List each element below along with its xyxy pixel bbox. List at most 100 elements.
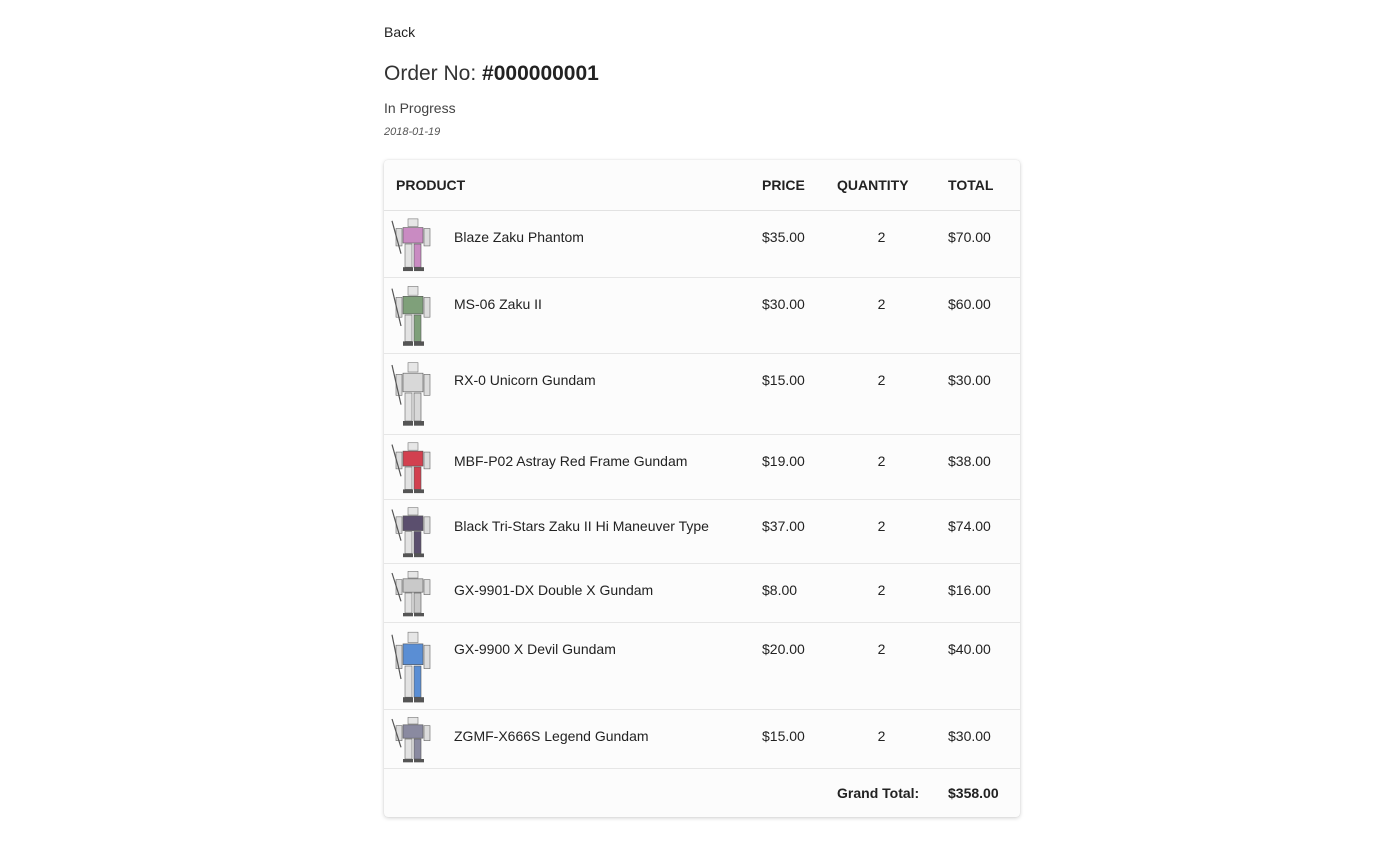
product-image bbox=[391, 507, 431, 558]
product-figure-part bbox=[404, 466, 413, 490]
product-figure-part bbox=[407, 571, 419, 579]
product-price: $8.00 bbox=[762, 582, 798, 598]
product-total-cell: $30.00 bbox=[948, 353, 1020, 435]
product-price-cell: $8.00 bbox=[762, 563, 838, 623]
product-quantity-cell: 2 bbox=[837, 277, 949, 354]
product-image bbox=[391, 218, 431, 272]
product-name: RX-0 Unicorn Gundam bbox=[454, 372, 596, 388]
product-figure-part bbox=[403, 553, 413, 558]
product-image bbox=[391, 717, 431, 763]
product-price: $30.00 bbox=[762, 296, 805, 312]
product-total: $60.00 bbox=[948, 296, 991, 312]
product-figure-part bbox=[402, 643, 424, 665]
product-figure-part bbox=[414, 267, 424, 272]
product-figure-part bbox=[414, 341, 424, 346]
product-quantity-cell: 2 bbox=[837, 622, 949, 710]
product-total: $40.00 bbox=[948, 641, 991, 657]
product-name-cell: MS-06 Zaku II bbox=[454, 277, 763, 354]
table-row: RX-0 Unicorn Gundam $15.00 2 $30.00 bbox=[384, 353, 1020, 435]
product-figure-part bbox=[403, 489, 413, 494]
product-name: GX-9901-DX Double X Gundam bbox=[454, 582, 654, 598]
product-figure-part bbox=[413, 592, 422, 614]
product-figure-part bbox=[402, 515, 424, 531]
product-price: $19.00 bbox=[762, 453, 805, 469]
product-quantity-cell: 2 bbox=[837, 563, 949, 623]
table-row: GX-9901-DX Double X Gundam $8.00 2 $16.0… bbox=[384, 563, 1020, 623]
product-name: Black Tri-Stars Zaku II Hi Maneuver Type bbox=[454, 518, 709, 534]
product-price-cell: $30.00 bbox=[762, 277, 838, 354]
product-name-cell: MBF-P02 Astray Red Frame Gundam bbox=[454, 434, 763, 500]
product-name-cell: GX-9901-DX Double X Gundam bbox=[454, 563, 763, 623]
product-price-cell: $15.00 bbox=[762, 353, 838, 435]
product-price-cell: $19.00 bbox=[762, 434, 838, 500]
back-link[interactable]: Back bbox=[384, 24, 415, 40]
product-figure-part bbox=[413, 392, 422, 422]
product-price-cell: $20.00 bbox=[762, 622, 838, 710]
product-figure-part bbox=[404, 314, 413, 342]
product-price: $37.00 bbox=[762, 518, 805, 534]
product-name: MBF-P02 Astray Red Frame Gundam bbox=[454, 453, 688, 469]
order-title: Order No: #000000001 bbox=[384, 62, 599, 86]
product-name-cell: ZGMF-X666S Legend Gundam bbox=[454, 709, 763, 769]
product-image-cell bbox=[384, 434, 454, 500]
product-quantity-cell: 2 bbox=[837, 353, 949, 435]
product-price-cell: $35.00 bbox=[762, 210, 838, 278]
product-name: Blaze Zaku Phantom bbox=[454, 229, 584, 245]
product-figure-part bbox=[413, 531, 422, 554]
product-figure-part bbox=[407, 631, 419, 643]
product-name-cell: RX-0 Unicorn Gundam bbox=[454, 353, 763, 435]
table-row: MBF-P02 Astray Red Frame Gundam $19.00 2… bbox=[384, 434, 1020, 500]
product-price-cell: $15.00 bbox=[762, 709, 838, 769]
product-price: $15.00 bbox=[762, 372, 805, 388]
product-figure-part bbox=[404, 243, 413, 268]
table-row: Blaze Zaku Phantom $35.00 2 $70.00 bbox=[384, 210, 1020, 278]
product-figure-part bbox=[413, 665, 422, 698]
product-figure-part bbox=[402, 372, 424, 393]
product-image bbox=[391, 571, 431, 617]
product-quantity: 2 bbox=[877, 582, 886, 598]
product-name: MS-06 Zaku II bbox=[454, 296, 542, 312]
product-total-cell: $70.00 bbox=[948, 210, 1020, 278]
product-figure-part bbox=[413, 243, 422, 268]
product-figure-part bbox=[402, 450, 424, 467]
product-image-cell bbox=[384, 353, 454, 435]
product-figure-part bbox=[402, 227, 424, 244]
order-date: 2018-01-19 bbox=[384, 126, 441, 138]
product-quantity: 2 bbox=[877, 518, 886, 534]
order-items-card: PRODUCT PRICE QUANTITY TOTAL Blaze Zaku … bbox=[384, 160, 1020, 817]
product-figure-part bbox=[403, 421, 413, 426]
product-figure-part bbox=[404, 738, 413, 760]
product-figure-part bbox=[423, 297, 431, 318]
table-header-row: PRODUCT PRICE QUANTITY TOTAL bbox=[384, 160, 1020, 211]
order-status: In Progress bbox=[384, 100, 456, 116]
product-name: ZGMF-X666S Legend Gundam bbox=[454, 728, 649, 744]
product-figure-part bbox=[423, 451, 431, 470]
product-figure-part bbox=[414, 759, 424, 763]
product-image-cell bbox=[384, 499, 454, 564]
product-figure-part bbox=[423, 644, 431, 669]
table-row: ZGMF-X666S Legend Gundam $15.00 2 $30.00 bbox=[384, 709, 1020, 769]
product-image-cell bbox=[384, 563, 454, 623]
product-quantity: 2 bbox=[877, 372, 886, 388]
product-total: $30.00 bbox=[948, 372, 991, 388]
product-figure-part bbox=[402, 296, 424, 315]
product-figure-part bbox=[407, 286, 419, 296]
table-row: MS-06 Zaku II $30.00 2 $60.00 bbox=[384, 277, 1020, 354]
product-figure-part bbox=[414, 421, 424, 426]
product-price: $35.00 bbox=[762, 229, 805, 245]
product-total: $38.00 bbox=[948, 453, 991, 469]
order-items-table: PRODUCT PRICE QUANTITY TOTAL Blaze Zaku … bbox=[384, 160, 1020, 817]
product-figure-part bbox=[404, 392, 413, 422]
product-figure-part bbox=[423, 516, 431, 534]
product-figure-part bbox=[407, 362, 419, 373]
product-total-cell: $16.00 bbox=[948, 563, 1020, 623]
grand-total-row: Grand Total: $358.00 bbox=[384, 769, 1020, 818]
product-total: $74.00 bbox=[948, 518, 991, 534]
product-total-cell: $40.00 bbox=[948, 622, 1020, 710]
product-image bbox=[391, 631, 431, 703]
product-name: GX-9900 X Devil Gundam bbox=[454, 641, 616, 657]
product-quantity: 2 bbox=[877, 728, 886, 744]
table-row: Black Tri-Stars Zaku II Hi Maneuver Type… bbox=[384, 499, 1020, 564]
product-total-cell: $74.00 bbox=[948, 499, 1020, 564]
product-quantity-cell: 2 bbox=[837, 210, 949, 278]
